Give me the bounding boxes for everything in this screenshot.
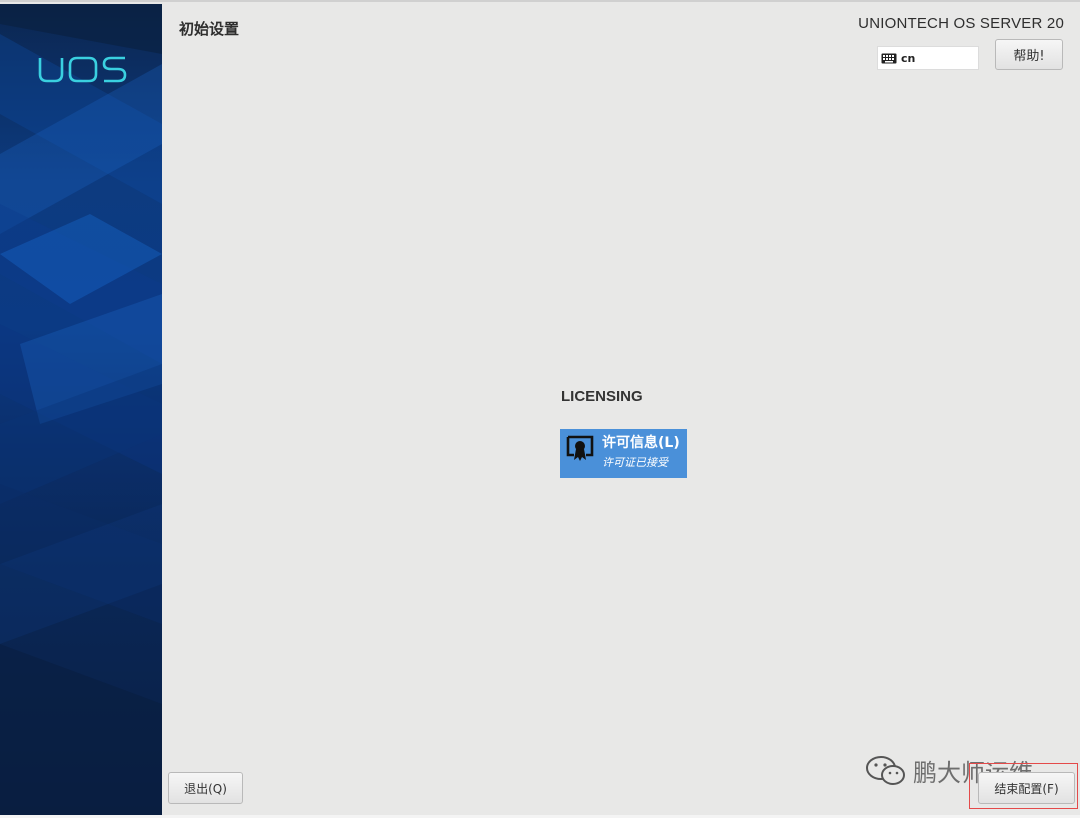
keyboard-layout-label: cn: [901, 51, 916, 65]
sidebar-background-pattern: [0, 4, 162, 815]
page-title: 初始设置: [179, 20, 240, 38]
license-certificate-icon: [566, 435, 594, 461]
uos-logo: [38, 56, 127, 83]
finish-configuration-button[interactable]: 结束配置(F): [978, 772, 1075, 804]
wechat-icon: [866, 755, 905, 785]
sidebar: [0, 4, 162, 815]
license-info-spoke[interactable]: 许可信息(L) 许可证已接受: [560, 429, 687, 478]
keyboard-layout-indicator[interactable]: cn: [877, 46, 979, 70]
help-button[interactable]: 帮助!: [995, 39, 1063, 70]
category-licensing-label: LICENSING: [561, 388, 643, 405]
product-name: UNIONTECH OS SERVER 20: [858, 15, 1064, 32]
quit-button[interactable]: 退出(Q): [168, 772, 243, 804]
spoke-status: 许可证已接受: [602, 456, 668, 469]
spoke-title: 许可信息(L): [602, 435, 680, 451]
keyboard-icon: [881, 53, 897, 63]
initial-setup-window: 初始设置 UNIONTECH OS SERVER 20 cn 帮助! LICEN…: [0, 0, 1080, 818]
